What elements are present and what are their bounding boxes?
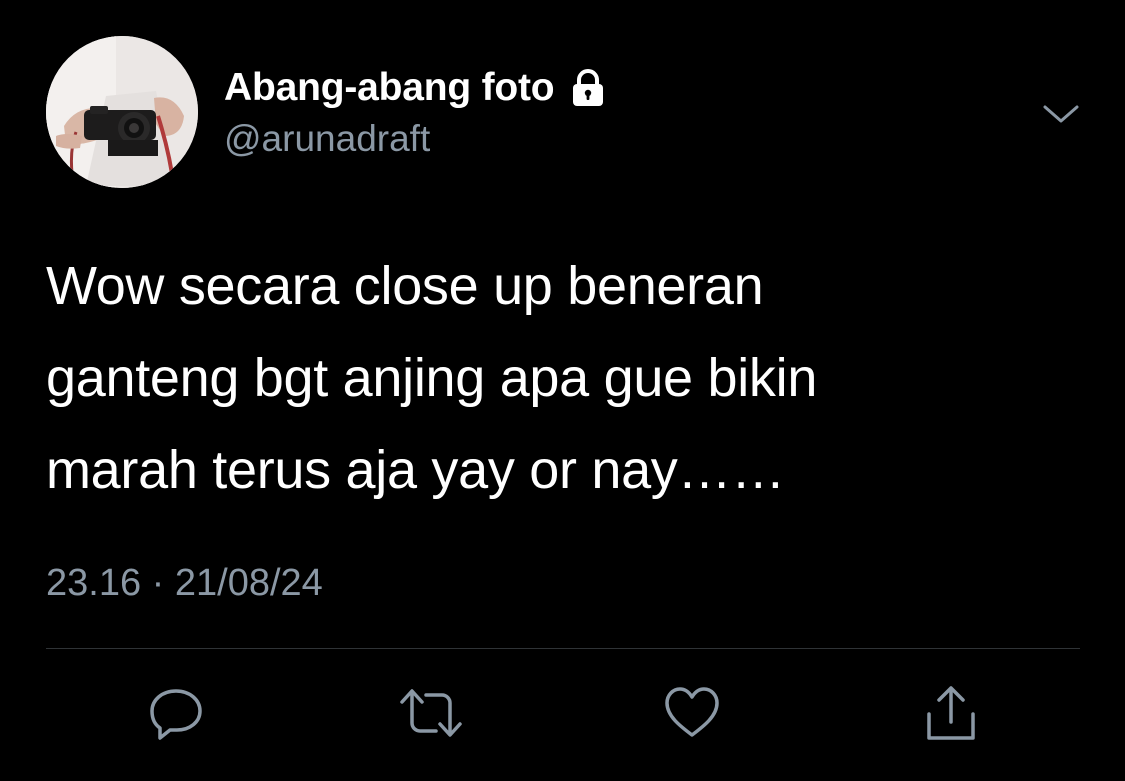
timestamp[interactable]: 23.16 · 21/08/24 bbox=[46, 562, 323, 605]
avatar[interactable] bbox=[46, 36, 198, 188]
retweet-icon bbox=[400, 689, 462, 737]
display-name[interactable]: Abang-abang foto bbox=[224, 66, 555, 110]
lock-icon bbox=[566, 66, 610, 110]
avatar-image bbox=[46, 36, 198, 188]
retweet-button[interactable] bbox=[398, 680, 464, 746]
tweet-date: 21/08/24 bbox=[174, 562, 323, 604]
divider bbox=[46, 648, 1080, 649]
name-row: Abang-abang foto bbox=[224, 64, 610, 112]
share-button[interactable] bbox=[918, 680, 984, 746]
more-options-button[interactable] bbox=[1036, 92, 1086, 136]
tweet-time: 23.16 bbox=[46, 562, 142, 604]
tweet: Abang-abang foto @arunadraft Wow secara … bbox=[0, 0, 1125, 781]
tweet-text: Wow secara close up beneran ganteng bgt … bbox=[46, 256, 818, 500]
handle[interactable]: @arunadraft bbox=[224, 118, 430, 160]
reply-button[interactable] bbox=[143, 680, 209, 746]
like-button[interactable] bbox=[659, 680, 725, 746]
chevron-down-icon bbox=[1043, 105, 1079, 123]
share-icon bbox=[927, 686, 975, 740]
meta-separator: · bbox=[151, 562, 165, 604]
heart-icon bbox=[665, 687, 719, 737]
reply-icon bbox=[150, 689, 202, 740]
